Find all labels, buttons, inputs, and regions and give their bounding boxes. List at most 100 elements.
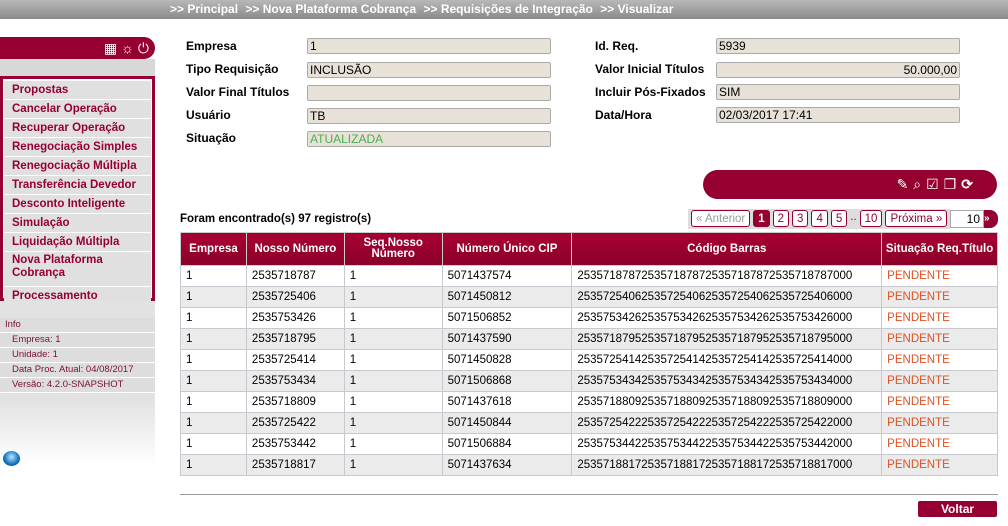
pager-prev[interactable]: « Anterior — [691, 210, 751, 227]
table-cell: 1 — [343, 328, 443, 350]
pager-page-4[interactable]: 4 — [811, 210, 828, 227]
table-cell: PENDENTE — [881, 328, 998, 350]
table-cell: 5071506868 — [441, 370, 573, 392]
sidebar-strip — [0, 59, 155, 76]
table-cell: 2535753442253575344225357534422535753442… — [571, 433, 883, 455]
go-page-button[interactable]: » — [984, 210, 998, 228]
checkbox-icon[interactable]: ☑ — [926, 176, 939, 193]
pager-page-1[interactable]: 1 — [753, 210, 770, 227]
copy-icon[interactable]: ❐ — [944, 176, 957, 193]
info-empresa: Empresa: 1 — [0, 333, 155, 348]
table-cell: 5071437618 — [441, 391, 573, 413]
pager-page-3[interactable]: 3 — [792, 210, 809, 227]
incluir-pos-fixados-field: SIM — [716, 84, 960, 100]
table-cell: 5071450844 — [441, 412, 573, 434]
table-cell: 5071450812 — [441, 286, 573, 308]
incluir-pos-fixados-label: Incluir Pós-Fixados — [595, 85, 706, 99]
pager-next[interactable]: Próxima » — [885, 210, 948, 227]
table-cell: 1 — [180, 391, 247, 413]
settings-icon[interactable]: ☼ — [121, 40, 134, 56]
table-cell: 2535753434253575343425357534342535753434… — [571, 370, 883, 392]
pager-page-10[interactable]: 10 — [859, 210, 883, 227]
table-row[interactable]: 1 2535753426 1 5071506852 253575342625357534… — [180, 307, 998, 329]
sidebar-header: ▦ ☼ ⏻ — [0, 37, 155, 59]
menu-item-cancelar-operacao[interactable]: Cancelar Operação — [4, 100, 151, 118]
table-cell: 2535725422 — [245, 412, 345, 434]
pager-ellipsis: .. — [850, 211, 857, 223]
menu-item-simulacao[interactable]: Simulação — [4, 214, 151, 232]
tipo-requisicao-field: INCLUSÃO — [307, 62, 551, 78]
table-cell: PENDENTE — [881, 307, 998, 329]
tipo-requisicao-label: Tipo Requisição — [186, 62, 279, 76]
table-row[interactable]: 1 2535725422 1 5071450844 253572542225357254… — [180, 412, 998, 434]
table-cell: 2535718817253571881725357188172535718817… — [571, 454, 883, 476]
usuario-label: Usuário — [186, 108, 231, 122]
table-row[interactable]: 1 2535718809 1 5071437618 253571880925357188… — [180, 391, 998, 413]
breadcrumb-visualizar: >> Visualizar — [600, 2, 674, 16]
search-document-icon[interactable]: ⌕ — [913, 176, 921, 193]
table-cell: 1 — [180, 454, 247, 476]
table-cell: 2535725406253572540625357254062535725406… — [571, 286, 883, 308]
breadcrumb-principal[interactable]: >> Principal — [170, 2, 238, 16]
table-row[interactable]: 1 2535718817 1 5071437634 253571881725357188… — [180, 454, 998, 476]
column-header: Empresa — [180, 232, 247, 266]
table-cell: 2535718809253571880925357188092535718809… — [571, 391, 883, 413]
table-cell: 2535753434 — [245, 370, 345, 392]
table-cell: 1 — [343, 286, 443, 308]
table-cell: PENDENTE — [881, 265, 998, 287]
table-cell: 2535753426253575342625357534262535753426… — [571, 307, 883, 329]
valor-inicial-field: 50.000,00 — [716, 62, 960, 78]
voltar-button[interactable]: Voltar — [918, 501, 997, 517]
table-row[interactable]: 1 2535718787 1 5071437574 253571878725357187… — [180, 265, 998, 287]
pager-page-2[interactable]: 2 — [772, 210, 790, 227]
table-cell: 2535725406 — [245, 286, 345, 308]
table-cell: 1 — [180, 412, 247, 434]
table-cell: 2535718795 — [245, 328, 345, 350]
table-cell: 5071437634 — [441, 454, 573, 476]
table-cell: 2535753442 — [245, 433, 345, 455]
edit-icon[interactable]: ✎ — [897, 176, 909, 193]
breadcrumb-requisicoes[interactable]: >> Requisições de Integração — [423, 2, 592, 16]
power-icon[interactable]: ⏻ — [138, 40, 149, 57]
page-size-input[interactable]: 10 — [950, 210, 984, 228]
table-cell: 2535753426 — [245, 307, 345, 329]
table-cell: 1 — [180, 265, 247, 287]
table-cell: 5071506852 — [441, 307, 573, 329]
calculator-icon[interactable]: ▦ — [104, 40, 117, 57]
info-data: Data Proc. Atual: 04/08/2017 — [0, 363, 155, 378]
pager-page-5[interactable]: 5 — [830, 210, 848, 227]
table-row[interactable]: 1 2535725414 1 5071450828 253572541425357254… — [180, 349, 998, 371]
table-cell: 5071506884 — [441, 433, 573, 455]
menu-item-recuperar-operacao[interactable]: Recuperar Operação — [4, 119, 151, 137]
table-cell: 2535718795253571879525357187952535718795… — [571, 328, 883, 350]
pagination: « Anterior 1 2 3 4 5 .. 10 Próxima » — [691, 210, 948, 227]
table-cell: PENDENTE — [881, 349, 998, 371]
table-cell: 5071437590 — [441, 328, 573, 350]
table-cell: 1 — [343, 265, 443, 287]
table-row[interactable]: 1 2535725406 1 5071450812 253572540625357254… — [180, 286, 998, 308]
menu-item-desconto-inteligente[interactable]: Desconto Inteligente — [4, 195, 151, 213]
menu-item-renegociacao-simples[interactable]: Renegociação Simples — [4, 138, 151, 156]
menu-item-renegociacao-multipla[interactable]: Renegociação Múltipla — [4, 157, 151, 175]
table-cell: 1 — [343, 349, 443, 371]
menu-item-propostas[interactable]: Propostas — [4, 81, 151, 99]
table-cell: 2535725414 — [245, 349, 345, 371]
table-cell: 2535725422253572542225357254222535725422… — [571, 412, 883, 434]
column-header: Código Barras — [571, 232, 883, 266]
table-row[interactable]: 1 2535753434 1 5071506868 253575343425357534… — [180, 370, 998, 392]
refresh-icon[interactable]: ⟳ — [961, 176, 973, 193]
data-hora-label: Data/Hora — [595, 108, 652, 122]
info-title: Info — [0, 318, 155, 333]
menu-item-nova-plataforma[interactable]: Nova Plataforma Cobrança — [4, 252, 151, 286]
table-cell: 1 — [343, 454, 443, 476]
sidebar-menu: Propostas Cancelar Operação Recuperar Op… — [0, 76, 155, 305]
table-row[interactable]: 1 2535753442 1 5071506884 253575344225357534… — [180, 433, 998, 455]
breadcrumb-nova-plataforma[interactable]: >> Nova Plataforma Cobrança — [245, 2, 416, 16]
empresa-label: Empresa — [186, 39, 237, 53]
info-panel: Info Empresa: 1 Unidade: 1 Data Proc. At… — [0, 318, 155, 393]
table-cell: 1 — [180, 307, 247, 329]
menu-item-liquidacao-multipla[interactable]: Liquidação Múltipla — [4, 233, 151, 251]
menu-item-transferencia-devedor[interactable]: Transferência Devedor — [4, 176, 151, 194]
table-row[interactable]: 1 2535718795 1 5071437590 253571879525357187… — [180, 328, 998, 350]
valor-final-field — [307, 85, 551, 101]
